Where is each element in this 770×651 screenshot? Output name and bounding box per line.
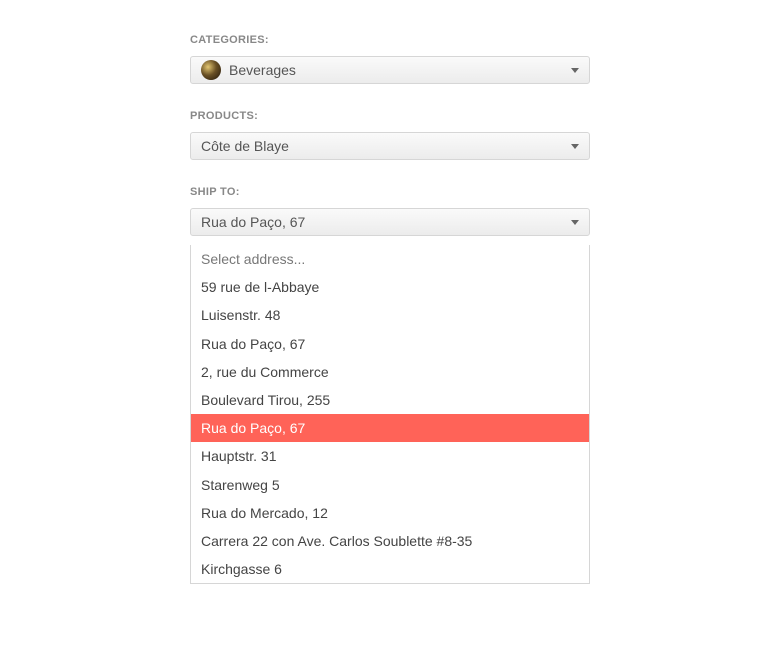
categories-selected: Beverages bbox=[229, 62, 571, 78]
products-label: PRODUCTS: bbox=[190, 110, 590, 122]
chevron-down-icon bbox=[571, 220, 579, 225]
shipto-options-list: Select address... 59 rue de l-AbbayeLuis… bbox=[190, 245, 590, 584]
shipto-option[interactable]: Kirchgasse 6 bbox=[191, 555, 589, 583]
categories-dropdown[interactable]: Beverages bbox=[190, 56, 590, 84]
chevron-down-icon bbox=[571, 144, 579, 149]
chevron-down-icon bbox=[571, 68, 579, 73]
shipto-dropdown[interactable]: Rua do Paço, 67 bbox=[190, 208, 590, 236]
shipto-option[interactable]: Starenweg 5 bbox=[191, 471, 589, 499]
shipto-option-placeholder[interactable]: Select address... bbox=[191, 245, 589, 273]
shipto-option[interactable]: Rua do Paço, 67 bbox=[191, 330, 589, 358]
shipto-option[interactable]: Boulevard Tirou, 255 bbox=[191, 386, 589, 414]
products-selected: Côte de Blaye bbox=[201, 138, 571, 154]
shipto-option[interactable]: Hauptstr. 31 bbox=[191, 442, 589, 470]
shipto-option[interactable]: 2, rue du Commerce bbox=[191, 358, 589, 386]
shipto-option[interactable]: Rua do Paço, 67 bbox=[191, 414, 589, 442]
shipto-label: SHIP TO: bbox=[190, 186, 590, 198]
categories-label: CATEGORIES: bbox=[190, 34, 590, 46]
shipto-option[interactable]: Rua do Mercado, 12 bbox=[191, 499, 589, 527]
beverages-icon bbox=[201, 60, 221, 80]
shipto-selected: Rua do Paço, 67 bbox=[201, 214, 571, 230]
shipto-option[interactable]: Luisenstr. 48 bbox=[191, 301, 589, 329]
shipto-option[interactable]: 59 rue de l-Abbaye bbox=[191, 273, 589, 301]
products-dropdown[interactable]: Côte de Blaye bbox=[190, 132, 590, 160]
shipto-option[interactable]: Carrera 22 con Ave. Carlos Soublette #8-… bbox=[191, 527, 589, 555]
